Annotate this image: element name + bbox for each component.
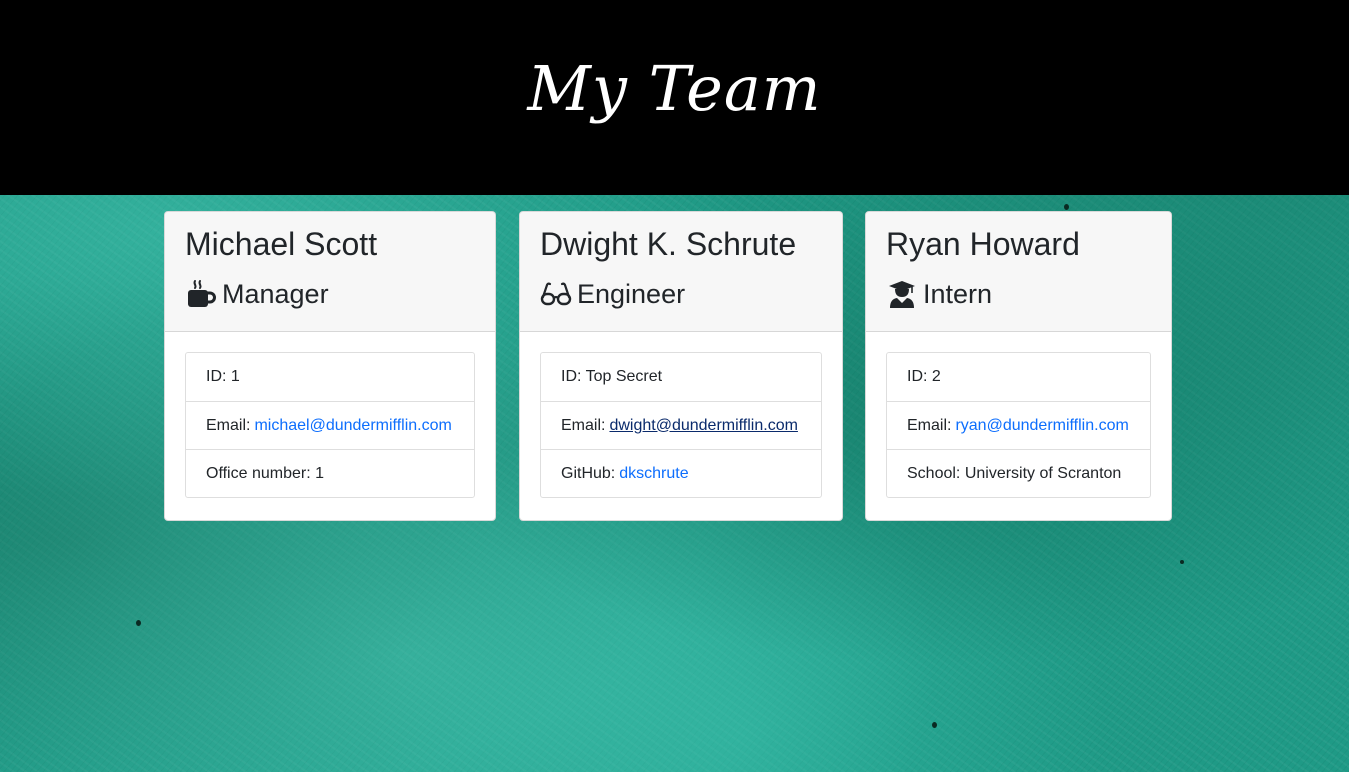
- employee-role: Intern: [886, 277, 1151, 311]
- employee-card-manager: Michael Scott Manager ID: 1 Email: micha…: [164, 211, 496, 521]
- role-label: Manager: [222, 279, 329, 309]
- texture-speck: [136, 620, 141, 626]
- email-label: Email:: [206, 416, 251, 434]
- list-item-id: ID: 1: [186, 353, 474, 401]
- list-item-office: Office number: 1: [186, 449, 474, 497]
- email-link[interactable]: ryan@dundermifflin.com: [955, 417, 1128, 435]
- employee-card-engineer: Dwight K. Schrute Engineer ID: Top Secre…: [519, 211, 843, 521]
- role-label: Intern: [923, 279, 993, 309]
- list-item-id: ID: 2: [887, 353, 1150, 401]
- role-label: Engineer: [577, 279, 686, 309]
- list-item-email: Email: dwight@dundermifflin.com: [541, 401, 821, 449]
- email-label: Email:: [561, 416, 606, 434]
- email-link[interactable]: dwight@dundermifflin.com: [609, 417, 797, 435]
- id-text: ID: 1: [206, 368, 240, 385]
- texture-speck: [1064, 204, 1069, 210]
- employee-name: Michael Scott: [185, 226, 378, 262]
- info-list: ID: Top Secret Email: dwight@dundermiffl…: [540, 352, 822, 498]
- texture-speck: [1180, 560, 1184, 564]
- github-link[interactable]: dkschrute: [619, 465, 688, 483]
- graduate-icon: [886, 279, 918, 309]
- list-item-id: ID: Top Secret: [541, 353, 821, 401]
- github-label: GitHub:: [561, 464, 616, 482]
- page-header: My Team: [0, 0, 1349, 195]
- school-text: School: University of Scranton: [907, 464, 1122, 482]
- card-header: Michael Scott Manager: [165, 212, 495, 332]
- id-text: ID: 2: [907, 368, 941, 385]
- id-text: ID: Top Secret: [561, 368, 663, 385]
- employee-name: Ryan Howard: [886, 226, 1080, 262]
- email-link[interactable]: michael@dundermifflin.com: [254, 417, 451, 435]
- list-item-github: GitHub: dkschrute: [541, 449, 821, 497]
- employee-role: Manager: [185, 277, 475, 311]
- mug-icon: [185, 279, 217, 309]
- info-list: ID: 1 Email: michael@dundermifflin.com O…: [185, 352, 475, 498]
- card-header: Dwight K. Schrute Engineer: [520, 212, 842, 332]
- employee-card-intern: Ryan Howard Intern ID: 2 Email: ryan@dun…: [865, 211, 1172, 521]
- glasses-icon: [540, 279, 572, 309]
- texture-speck: [932, 722, 937, 728]
- employee-name: Dwight K. Schrute: [540, 226, 797, 262]
- list-item-email: Email: michael@dundermifflin.com: [186, 401, 474, 449]
- list-item-email: Email: ryan@dundermifflin.com: [887, 401, 1150, 449]
- list-item-school: School: University of Scranton: [887, 449, 1150, 497]
- card-header: Ryan Howard Intern: [866, 212, 1171, 332]
- office-number-text: Office number: 1: [206, 464, 324, 482]
- email-label: Email:: [907, 416, 952, 434]
- employee-role: Engineer: [540, 277, 822, 311]
- page-title: My Team: [527, 52, 822, 125]
- info-list: ID: 2 Email: ryan@dundermifflin.com Scho…: [886, 352, 1151, 498]
